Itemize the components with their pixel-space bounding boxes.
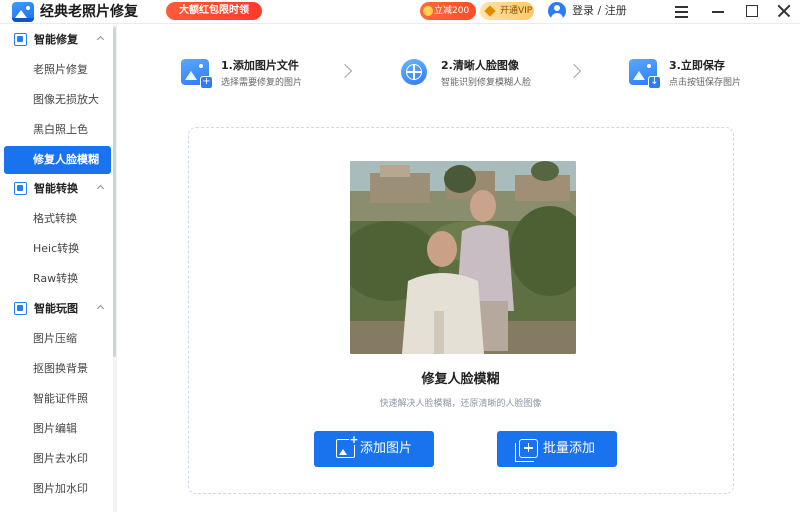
sidebar-item-lossless-upscale[interactable]: 图像无损放大 [0, 85, 116, 115]
sidebar-item-colorize[interactable]: 黑白照上色 [0, 115, 116, 145]
chevron-up-icon [96, 184, 105, 193]
promo-button[interactable]: 大额红包限时领 [166, 2, 262, 20]
batch-add-button[interactable]: 批量添加 [497, 431, 617, 467]
drop-zone-title: 修复人脸模糊 [421, 372, 500, 387]
step-desc: 点击按钮保存图片 [669, 78, 742, 88]
image-add-icon: + [181, 59, 213, 89]
coin-icon [423, 6, 433, 16]
step-title: 3.立即保存 [669, 59, 725, 72]
chevron-right-icon [566, 63, 582, 79]
vip-label: 开通VIP [500, 6, 533, 16]
add-image-button[interactable]: + 添加图片 [314, 431, 434, 467]
sidebar-item-cutout[interactable]: 抠图换背景 [0, 354, 116, 384]
sidebar-group-label: 智能转换 [34, 182, 78, 195]
sidebar-group-label: 智能修复 [34, 33, 78, 46]
face-scan-icon [401, 59, 427, 85]
menu-icon[interactable] [668, 0, 696, 22]
sidebar-group-convert[interactable]: 智能转换 [0, 174, 116, 204]
step-desc: 智能识别修复模糊人脸 [441, 78, 532, 88]
step-title: 2.清晰人脸图像 [441, 59, 519, 72]
diamond-icon [484, 5, 496, 17]
sidebar-item-face-deblur[interactable]: 修复人脸模糊 [4, 146, 111, 174]
step-title: 1.添加图片文件 [221, 59, 299, 72]
add-image-icon: + [336, 434, 359, 458]
sidebar-group-label: 智能玩图 [34, 302, 78, 315]
maximize-icon[interactable] [738, 0, 766, 22]
sidebar: 智能修复 老照片修复 图像无损放大 黑白照上色 修复人脸模糊 智能转换 格式转换… [0, 25, 117, 512]
convert-group-icon [14, 182, 27, 195]
sidebar-item-add-watermark[interactable]: 图片加水印 [0, 474, 116, 504]
sidebar-item-old-photo-repair[interactable]: 老照片修复 [0, 55, 116, 85]
sidebar-item-compress[interactable]: 图片压缩 [0, 324, 116, 354]
drop-zone[interactable]: 修复人脸模糊 快速解决人脸模糊，还原清晰的人脸图像 + 添加图片 批量添加 [188, 127, 734, 494]
sample-photo [350, 161, 576, 354]
sidebar-item-remove-watermark[interactable]: 图片去水印 [0, 444, 116, 474]
user-icon[interactable] [548, 2, 566, 20]
app-title: 经典老照片修复 [40, 4, 138, 20]
vip-button[interactable]: 开通VIP [480, 2, 534, 20]
minimize-icon[interactable] [704, 0, 732, 22]
play-group-icon [14, 302, 27, 315]
coupon-button[interactable]: 立减200元 [420, 2, 476, 34]
step-desc: 选择需要修复的图片 [221, 78, 303, 88]
title-bar: 经典老照片修复 大额红包限时领 立减200元 开通VIP 登录 / 注册 [0, 0, 800, 34]
sidebar-group-repair[interactable]: 智能修复 [0, 25, 116, 55]
chevron-up-icon [96, 304, 105, 313]
sidebar-item-heic-convert[interactable]: Heic转换 [0, 234, 116, 264]
batch-add-label: 批量添加 [543, 441, 596, 456]
sidebar-item-format-convert[interactable]: 格式转换 [0, 204, 116, 234]
close-icon[interactable] [770, 0, 798, 22]
chevron-right-icon [337, 63, 353, 79]
sidebar-item-id-photo[interactable]: 智能证件照 [0, 384, 116, 414]
sidebar-item-raw-convert[interactable]: Raw转换 [0, 264, 116, 294]
image-save-icon: ↓ [629, 59, 661, 89]
app-logo-icon [12, 2, 34, 22]
main-panel: + 1.添加图片文件 选择需要修复的图片 2.清晰人脸图像 智能识别修复模糊人脸… [118, 25, 800, 512]
drop-zone-desc: 快速解决人脸模糊，还原清晰的人脸图像 [379, 399, 542, 409]
add-image-label: 添加图片 [360, 441, 413, 456]
batch-add-icon [515, 439, 538, 462]
sidebar-group-play[interactable]: 智能玩图 [0, 294, 116, 324]
chevron-up-icon [96, 35, 105, 44]
login-link[interactable]: 登录 / 注册 [572, 2, 627, 20]
repair-group-icon [14, 33, 27, 46]
sidebar-scrollbar-thumb[interactable] [113, 27, 116, 357]
sidebar-item-edit[interactable]: 图片编辑 [0, 414, 116, 444]
